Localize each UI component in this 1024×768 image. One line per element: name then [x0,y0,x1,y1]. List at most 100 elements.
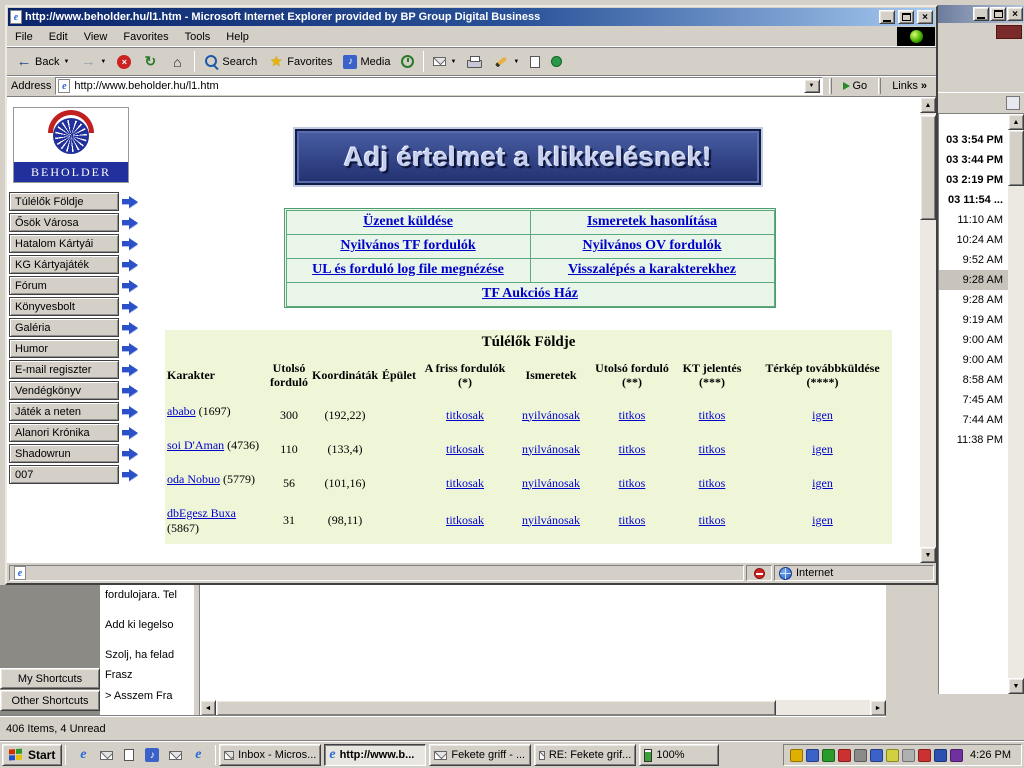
message-time[interactable]: 8:58 AM [939,370,1008,390]
tray-icon[interactable] [822,749,835,762]
link-nyilvanos-ov-fordulok[interactable]: Nyilvános OV fordulók [583,238,722,254]
message-time[interactable]: 03 2:19 PM [939,170,1008,190]
message-time[interactable]: 9:52 AM [939,250,1008,270]
nav-button[interactable]: E-mail regiszter [9,360,119,379]
map-forward-link[interactable]: igen [812,442,833,457]
beholder-logo[interactable]: BEHOLDER [13,107,129,183]
kt-report-link[interactable]: titkos [699,408,726,423]
outlook-quicklaunch-icon[interactable] [97,746,115,764]
sidebar-item-007[interactable]: 007 [9,465,138,484]
outlook-vertical-scrollbar[interactable]: ▲ ▼ [1008,114,1024,694]
forward-button[interactable]: → ▼ [75,50,111,74]
link-nyilvanos-tf-fordulok[interactable]: Nyilvános TF fordulók [340,238,475,254]
kt-report-link[interactable]: titkos [699,513,726,528]
message-time[interactable]: 10:24 AM [939,230,1008,250]
tray-icon[interactable] [806,749,819,762]
tray-icon[interactable] [854,749,867,762]
start-button[interactable]: Start [2,744,62,766]
menu-favorites[interactable]: Favorites [115,28,176,46]
home-button[interactable]: ⌂ [164,50,190,74]
page-vertical-scrollbar[interactable]: ▲ ▼ [920,97,936,563]
nav-button[interactable]: Fórum [9,276,119,295]
stop-button[interactable]: × [112,50,136,74]
message-time[interactable]: 7:44 AM [939,410,1008,430]
sidebar-item-humor[interactable]: Humor [9,339,138,358]
tray-icon[interactable] [838,749,851,762]
messenger-button[interactable] [546,50,567,74]
close-button[interactable]: × [917,10,933,24]
edit-button[interactable]: ▼ [488,50,524,74]
links-button[interactable]: Links » [887,77,932,95]
go-button[interactable]: Go [838,77,873,95]
refresh-button[interactable]: ↻ [137,50,163,74]
tray-icon[interactable] [934,749,947,762]
character-link[interactable]: dbEgesz Buxa [167,506,236,520]
chevron-down-icon[interactable]: ▼ [513,59,519,65]
scroll-down-icon[interactable]: ▼ [1008,678,1024,694]
tray-icon[interactable] [902,749,915,762]
chevron-down-icon[interactable]: ▼ [100,59,106,65]
nav-button[interactable]: Hatalom Kártyái [9,234,119,253]
knowledge-link[interactable]: nyilvánosak [522,442,580,457]
task-battery-meter[interactable]: 100% [639,744,719,766]
nav-button[interactable]: 007 [9,465,119,484]
fresh-rounds-link[interactable]: titkosak [446,408,484,423]
message-time-selected[interactable]: 9:28 AM [939,270,1008,290]
last-round-link[interactable]: titkos [619,476,646,491]
outlook-horizontal-scrollbar[interactable]: ◄ ► [200,700,886,716]
sidebar-item-vendegkonyv[interactable]: Vendégkönyv [9,381,138,400]
ie-titlebar[interactable]: e http://www.beholder.hu/l1.htm - Micros… [8,8,935,26]
message-time[interactable]: 03 3:44 PM [939,150,1008,170]
fresh-rounds-link[interactable]: titkosak [446,513,484,528]
scrollbar-thumb[interactable] [920,115,936,220]
message-time[interactable]: 9:28 AM [939,290,1008,310]
message-time[interactable]: 9:19 AM [939,310,1008,330]
character-link[interactable]: soi D'Aman [167,438,224,452]
pane-divider[interactable] [193,585,200,716]
message-time[interactable]: 9:00 AM [939,350,1008,370]
fresh-rounds-link[interactable]: titkosak [446,442,484,457]
menu-file[interactable]: File [7,28,41,46]
character-link[interactable]: ababo [167,404,196,418]
menu-tools[interactable]: Tools [177,28,219,46]
other-shortcuts-button[interactable]: Other Shortcuts [0,690,100,711]
tray-icon[interactable] [870,749,883,762]
maximize-button[interactable] [898,10,914,24]
last-round-link[interactable]: titkos [619,513,646,528]
task-inbox[interactable]: Inbox - Micros... [219,744,321,766]
scroll-left-icon[interactable]: ◄ [200,700,216,716]
kt-report-link[interactable]: titkos [699,442,726,457]
scrollbar-thumb[interactable] [1008,130,1024,186]
scrollbar-thumb[interactable] [216,700,776,716]
knowledge-link[interactable]: nyilvánosak [522,408,580,423]
menu-help[interactable]: Help [218,28,257,46]
nav-button[interactable]: Ősök Városa [9,213,119,232]
tray-icon[interactable] [918,749,931,762]
media-button[interactable]: ♪ Media [338,50,395,74]
sidebar-item-email-regiszter[interactable]: E-mail regiszter [9,360,138,379]
link-ul-log-megnezese[interactable]: UL és forduló log file megnézése [312,262,504,278]
sidebar-item-konyvesbolt[interactable]: Könyvesbolt [9,297,138,316]
maximize-button[interactable] [990,7,1006,21]
tray-icon[interactable] [950,749,963,762]
ie-quicklaunch-icon[interactable]: e [74,746,92,764]
search-button[interactable]: Search [199,50,262,74]
close-button[interactable]: × [1007,7,1023,21]
menu-view[interactable]: View [76,28,116,46]
ad-banner[interactable]: Adj értelmet a klikkelésnek! [293,127,763,187]
map-forward-link[interactable]: igen [812,476,833,491]
message-time[interactable]: 11:38 PM [939,430,1008,450]
mail-button[interactable]: ▼ [428,50,461,74]
scroll-right-icon[interactable]: ► [870,700,886,716]
nav-button[interactable]: Galéria [9,318,119,337]
chevron-down-icon[interactable]: ▼ [450,59,456,65]
media-player-icon[interactable]: ♪ [143,746,161,764]
link-visszalepes-karakterekhez[interactable]: Visszalépés a karakterekhez [568,262,736,278]
link-ismeretek-hasonlitasa[interactable]: Ismeretek hasonlítása [587,214,717,230]
task-fekete-griff[interactable]: Fekete griff - ... [429,744,531,766]
sidebar-item-galeria[interactable]: Galéria [9,318,138,337]
kt-report-link[interactable]: titkos [699,476,726,491]
address-value[interactable]: http://www.beholder.hu/l1.htm [74,80,218,92]
sidebar-item-alanori-kronika[interactable]: Alanori Krónika [9,423,138,442]
toolbar-gripper[interactable] [878,78,881,94]
